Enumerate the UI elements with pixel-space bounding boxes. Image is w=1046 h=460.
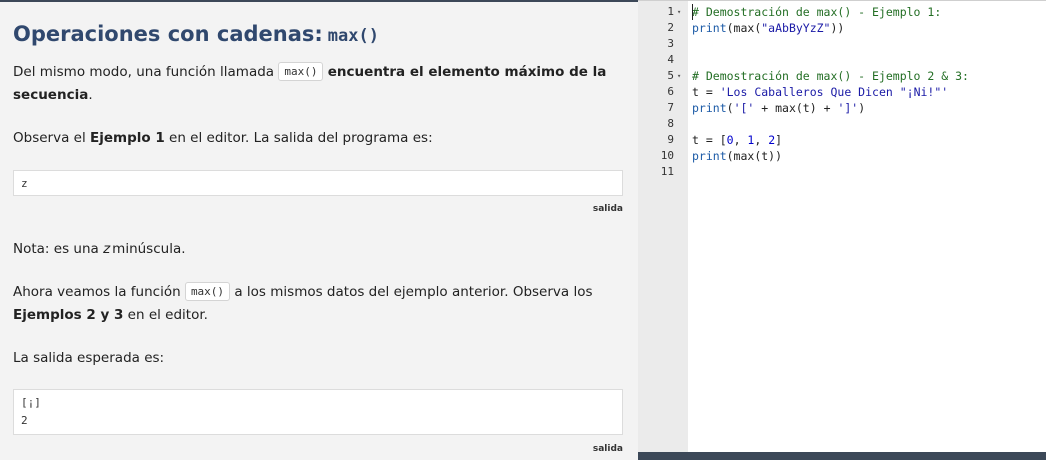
- code-line[interactable]: 7 print('[' + max(t) + ']'): [638, 100, 1046, 116]
- page-title: Operaciones con cadenas: max(): [13, 22, 379, 46]
- code-line[interactable]: 4: [638, 52, 1046, 68]
- lesson-panel: Operaciones con cadenas: max() Del mismo …: [0, 0, 638, 460]
- paragraph-examples23: Ahora veamos la función max() a los mism…: [13, 281, 613, 327]
- inline-code-max-2: max(): [184, 282, 231, 301]
- paragraph-intro: Del mismo modo, una función llamada max(…: [13, 61, 613, 107]
- code-line[interactable]: 3: [638, 36, 1046, 52]
- example1-text-post: en el editor. La salida del programa es:: [169, 130, 433, 146]
- editor-status-bar: [638, 452, 1046, 460]
- intro-text: Del mismo modo, una función llamada: [13, 64, 275, 80]
- line-number: 5: [667, 69, 674, 82]
- output-box-2: [¡] 2: [13, 389, 623, 435]
- output-line: 2: [21, 414, 28, 427]
- inline-code-max: max(): [278, 62, 324, 81]
- code-line[interactable]: 10 print(max(t)): [638, 148, 1046, 164]
- line-number: 1: [667, 5, 674, 18]
- line-number: 10: [660, 149, 674, 162]
- code-text: ): [858, 101, 866, 115]
- output-line: z: [21, 177, 28, 190]
- note-text-post: minúscula.: [112, 241, 186, 257]
- code-line[interactable]: 9 t = [0, 1, 2]: [638, 132, 1046, 148]
- output-label-1: salida: [592, 204, 623, 214]
- code-text: + max(t) +: [754, 101, 838, 115]
- code-string: ']': [837, 101, 859, 115]
- title-text: Operaciones con cadenas:: [13, 22, 323, 46]
- code-editor[interactable]: 1 ▾ # Demostración de max() - Ejemplo 1:…: [638, 0, 1046, 460]
- code-string: 'Los Caballeros Que Dicen "¡Ni!"': [719, 85, 949, 99]
- code-line[interactable]: 11: [638, 164, 1046, 180]
- paragraph-example1: Observa el Ejemplo 1 en el editor. La sa…: [13, 127, 613, 150]
- examples-bold: Ejemplos 2 y 3: [13, 307, 124, 323]
- code-string: "aAbByYzZ": [761, 21, 831, 35]
- line-number: 4: [667, 53, 674, 66]
- intro-end: .: [88, 87, 93, 103]
- code-line[interactable]: 2 print(max("aAbByYzZ")): [638, 20, 1046, 36]
- fold-arrow-icon[interactable]: ▾: [677, 68, 681, 84]
- output-line: [¡]: [21, 396, 41, 409]
- examples-text-pre: Ahora veamos la función: [13, 284, 181, 300]
- example1-text-pre: Observa el: [13, 130, 86, 146]
- line-number: 7: [667, 101, 674, 114]
- code-string: '[': [733, 101, 755, 115]
- code-text: (max(t)): [726, 149, 783, 163]
- line-number: 2: [667, 21, 674, 34]
- output-label-2: salida: [592, 444, 623, 454]
- code-line[interactable]: 6 t = 'Los Caballeros Que Dicen "¡Ni!"': [638, 84, 1046, 100]
- paragraph-note: Nota: es una z minúscula.: [13, 238, 613, 261]
- code-line[interactable]: 8: [638, 116, 1046, 132]
- code-text: (: [726, 101, 734, 115]
- line-number: 6: [667, 85, 674, 98]
- code-text: (max(: [726, 21, 762, 35]
- line-number: 9: [667, 133, 674, 146]
- code-comment: # Demostración de max() - Ejemplo 1:: [692, 5, 942, 19]
- example1-bold: Ejemplo 1: [90, 130, 165, 146]
- line-number: 3: [667, 37, 674, 50]
- text-cursor: [692, 4, 693, 20]
- note-text-pre: Nota: es una: [13, 241, 99, 257]
- note-em: z: [103, 241, 111, 257]
- code-text: ,: [754, 133, 769, 147]
- code-line[interactable]: 1 ▾ # Demostración de max() - Ejemplo 1:: [638, 4, 1046, 20]
- code-number: 0: [726, 133, 734, 147]
- code-keyword: print: [692, 21, 727, 35]
- examples-text-mid: a los mismos datos del ejemplo anterior.…: [234, 284, 593, 300]
- output-box-1: z: [13, 170, 623, 196]
- fold-arrow-icon[interactable]: ▾: [677, 4, 681, 20]
- code-comment: # Demostración de max() - Ejemplo 2 & 3:: [692, 69, 969, 83]
- code-text: )): [830, 21, 845, 35]
- code-text: ]: [775, 133, 783, 147]
- title-code: max(): [327, 26, 379, 46]
- examples-text-post: en el editor.: [127, 307, 208, 323]
- code-text: ,: [733, 133, 748, 147]
- code-text: t =: [692, 85, 720, 99]
- line-number: 11: [660, 165, 674, 178]
- code-text: t = [: [692, 133, 727, 147]
- paragraph-expected: La salida esperada es:: [13, 350, 165, 366]
- line-number: 8: [667, 117, 674, 130]
- code-keyword: print: [692, 101, 727, 115]
- code-keyword: print: [692, 149, 727, 163]
- code-line[interactable]: 5 ▾ # Demostración de max() - Ejemplo 2 …: [638, 68, 1046, 84]
